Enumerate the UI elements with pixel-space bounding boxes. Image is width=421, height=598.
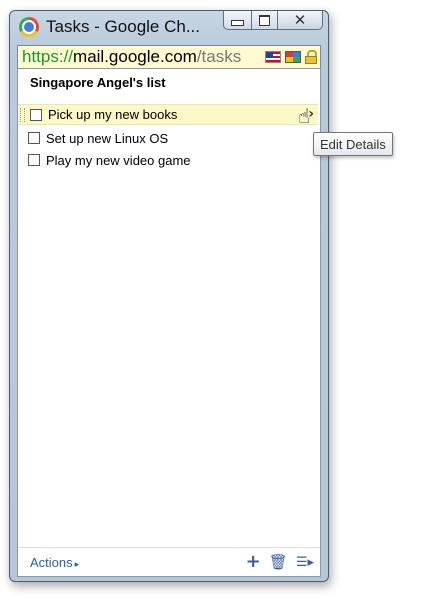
url-scheme: https:// [22, 47, 74, 66]
maximize-button[interactable] [252, 11, 278, 30]
maximize-icon [259, 14, 270, 26]
task-label[interactable]: Pick up my new books [48, 107, 177, 122]
title-bar[interactable]: Tasks - Google Ch... ✕ [10, 11, 328, 45]
switch-list-icon[interactable]: ☰▸ [296, 556, 314, 569]
task-row[interactable]: Play my new video game [18, 150, 318, 170]
url-host: mail.google.com [73, 47, 197, 66]
task-checkbox[interactable] [30, 108, 42, 121]
footer-toolbar: + 🗑 ☰▸ [246, 553, 314, 571]
task-row[interactable]: Pick up my new books › [18, 104, 318, 125]
drag-handle[interactable] [20, 107, 25, 122]
close-button[interactable]: ✕ [278, 11, 323, 30]
extension-icon[interactable] [285, 51, 301, 63]
hand-cursor-icon: ☝ [298, 104, 311, 128]
url-text[interactable]: https://mail.google.com/tasks [18, 47, 265, 67]
edit-details-tooltip: Edit Details [313, 132, 393, 156]
close-icon: ✕ [293, 10, 307, 29]
us-flag-icon[interactable] [265, 51, 281, 63]
minimize-button[interactable] [223, 11, 252, 30]
window-title: Tasks - Google Ch... [46, 17, 201, 36]
list-title: Singapore Angel's list [30, 75, 166, 90]
tasks-footer: Actions ▸ + 🗑 ☰▸ [18, 547, 320, 576]
chrome-icon [19, 17, 39, 37]
url-path: /tasks [196, 47, 242, 66]
task-label[interactable]: Play my new video game [46, 153, 191, 168]
actions-arrow-icon: ▸ [74, 558, 80, 569]
actions-menu-link[interactable]: Actions ▸ [30, 555, 79, 570]
add-task-icon[interactable]: + [246, 553, 261, 571]
browser-popup-window: Tasks - Google Ch... ✕ https://mail.goog… [9, 10, 329, 582]
task-checkbox[interactable] [28, 132, 40, 144]
task-row[interactable]: Set up new Linux OS [18, 128, 318, 148]
minimize-icon [231, 20, 244, 26]
task-label[interactable]: Set up new Linux OS [46, 131, 168, 146]
task-checkbox[interactable] [28, 154, 40, 166]
trash-icon[interactable]: 🗑 [269, 554, 288, 570]
actions-label: Actions [30, 554, 73, 570]
tasks-panel: Singapore Angel's list Pick up my new bo… [17, 68, 321, 577]
lock-icon[interactable] [305, 50, 317, 64]
window-controls: ✕ [223, 11, 323, 31]
address-bar[interactable]: https://mail.google.com/tasks [17, 45, 321, 69]
